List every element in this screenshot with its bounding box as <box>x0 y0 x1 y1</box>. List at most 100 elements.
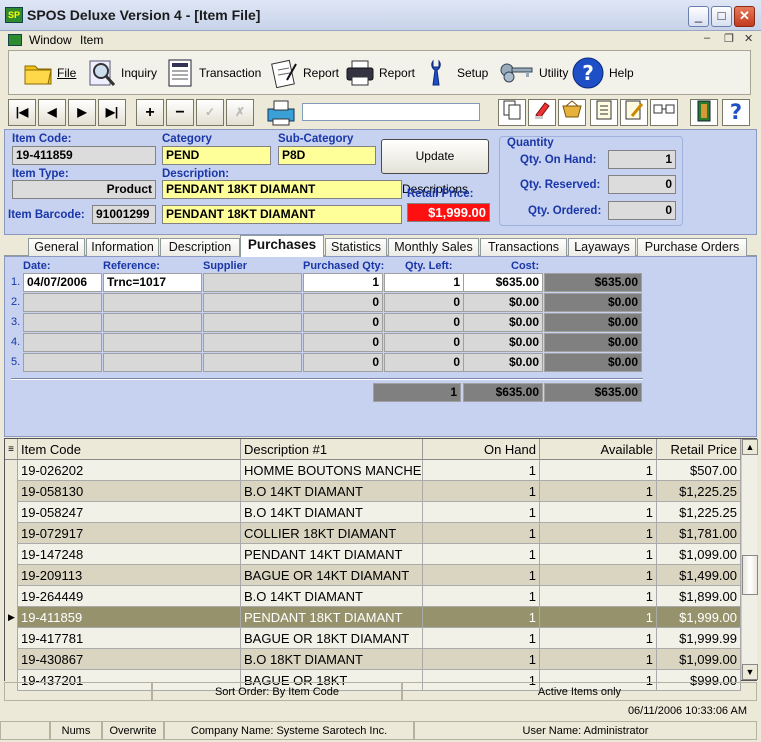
purchase-date-field[interactable] <box>23 313 102 332</box>
tab-general[interactable]: General <box>28 238 85 256</box>
purchase-cost-field[interactable]: $635.00 <box>463 273 543 292</box>
retail-price-field[interactable]: $1,999.00 <box>407 203 490 222</box>
purchase-left-field[interactable]: 0 <box>384 353 464 372</box>
confirm-button[interactable]: ✓ <box>196 99 224 126</box>
row-selector[interactable] <box>5 460 18 481</box>
edit-notes-button[interactable] <box>620 99 648 126</box>
purchase-left-field[interactable]: 0 <box>384 313 464 332</box>
menu-item[interactable]: Item <box>80 33 103 47</box>
purchase-supplier-field[interactable] <box>203 333 302 352</box>
purchase-date-field[interactable] <box>23 293 102 312</box>
purchase-supplier-field[interactable] <box>203 313 302 332</box>
table-row[interactable]: 19-058130 B.O 14KT DIAMANT 1 1 $1,225.25 <box>5 481 741 502</box>
purchase-date-field[interactable]: 04/07/2006 <box>23 273 102 292</box>
tab-information[interactable]: Information <box>86 238 159 256</box>
purchase-supplier-field[interactable] <box>203 273 302 292</box>
description1-field[interactable]: PENDANT 18KT DIAMANT <box>162 180 402 199</box>
table-row[interactable]: 19-072917 COLLIER 18KT DIAMANT 1 1 $1,781.00 <box>5 523 741 544</box>
purchase-reference-field[interactable]: Trnc=1017 <box>103 273 202 292</box>
purchase-left-field[interactable]: 0 <box>384 293 464 312</box>
copy-button[interactable] <box>498 99 526 126</box>
grid-selector-header[interactable]: ≡ <box>5 439 18 460</box>
purchase-qty-field[interactable]: 0 <box>303 293 383 312</box>
exit-button[interactable] <box>690 99 718 126</box>
table-row[interactable]: 19-147248 PENDANT 14KT DIAMANT 1 1 $1,099.00 <box>5 544 741 565</box>
purchase-cost-field[interactable]: $0.00 <box>463 333 543 352</box>
tab-purchase-orders[interactable]: Purchase Orders <box>637 238 747 256</box>
menu-window[interactable]: Window <box>29 33 72 47</box>
purchase-left-field[interactable]: 1 <box>384 273 464 292</box>
row-selector[interactable]: ▶ <box>5 607 18 628</box>
tab-statistics[interactable]: Statistics <box>325 238 387 256</box>
tab-layaways[interactable]: Layaways <box>568 238 636 256</box>
item-code-column-header[interactable]: Item Code <box>18 439 241 460</box>
purchase-left-field[interactable]: 0 <box>384 333 464 352</box>
tab-transactions[interactable]: Transactions <box>480 238 567 256</box>
row-selector[interactable] <box>5 502 18 523</box>
setup-button[interactable]: Setup <box>423 56 488 90</box>
mdi-restore-button[interactable]: ❐ <box>724 32 734 45</box>
maximize-button[interactable]: □ <box>711 6 732 27</box>
inquiry-button[interactable]: Inquiry <box>87 56 157 90</box>
purchase-cost-field[interactable]: $0.00 <box>463 313 543 332</box>
purchase-reference-field[interactable] <box>103 313 202 332</box>
purchase-date-field[interactable] <box>23 333 102 352</box>
row-selector[interactable] <box>5 628 18 649</box>
vertical-scrollbar[interactable]: ▲ ▼ <box>741 439 758 680</box>
purchase-cost-field[interactable]: $0.00 <box>463 353 543 372</box>
row-selector[interactable] <box>5 544 18 565</box>
scroll-thumb[interactable] <box>742 555 758 595</box>
help-button[interactable]: ? Help <box>571 56 634 90</box>
row-selector[interactable] <box>5 523 18 544</box>
purchase-qty-field[interactable]: 0 <box>303 313 383 332</box>
report-button[interactable]: Report <box>269 56 339 90</box>
purchase-cost-field[interactable]: $0.00 <box>463 293 543 312</box>
search-input[interactable] <box>302 103 480 121</box>
close-button[interactable]: ✕ <box>734 6 755 27</box>
mdi-close-button[interactable]: ✕ <box>744 32 753 45</box>
file-button[interactable]: File <box>23 56 76 90</box>
table-row[interactable]: 19-209113 BAGUE OR 14KT DIAMANT 1 1 $1,499.0… <box>5 565 741 586</box>
search-printer-icon[interactable] <box>266 99 298 127</box>
transaction-button[interactable]: Transaction <box>165 56 261 90</box>
row-selector[interactable] <box>5 649 18 670</box>
view-button[interactable] <box>650 99 678 126</box>
table-row[interactable]: 19-026202 HOMME BOUTONS MANCHE 1 1 $507.00 <box>5 460 741 481</box>
edit-button[interactable] <box>528 99 556 126</box>
tab-purchases[interactable]: Purchases <box>240 235 324 257</box>
print-report-button[interactable]: Report <box>345 56 415 90</box>
notes-button[interactable] <box>590 99 618 126</box>
add-record-button[interactable]: + <box>136 99 164 126</box>
tab-monthly-sales[interactable]: Monthly Sales <box>388 238 479 256</box>
item-barcode-field[interactable]: 91001299 <box>92 205 156 224</box>
table-row[interactable]: 19-430867 B.O 18KT DIAMANT 1 1 $1,099.00 <box>5 649 741 670</box>
purchase-reference-field[interactable] <box>103 333 202 352</box>
item-type-field[interactable]: Product <box>12 180 156 199</box>
purchase-qty-field[interactable]: 0 <box>303 333 383 352</box>
mdi-minimize-button[interactable]: – <box>704 32 710 44</box>
scroll-down-icon[interactable]: ▼ <box>742 664 758 680</box>
first-record-button[interactable]: |◀ <box>8 99 36 126</box>
available-column-header[interactable]: Available <box>540 439 657 460</box>
retail-price-column-header[interactable]: Retail Price <box>657 439 741 460</box>
row-selector[interactable] <box>5 481 18 502</box>
row-selector[interactable] <box>5 586 18 607</box>
tab-description[interactable]: Description <box>160 238 240 256</box>
purchase-reference-field[interactable] <box>103 353 202 372</box>
last-record-button[interactable]: ▶| <box>98 99 126 126</box>
next-record-button[interactable]: ▶ <box>68 99 96 126</box>
purchase-qty-field[interactable]: 1 <box>303 273 383 292</box>
cancel-button[interactable]: ✗ <box>226 99 254 126</box>
purchase-qty-field[interactable]: 0 <box>303 353 383 372</box>
utility-button[interactable]: Utility <box>499 56 568 90</box>
on-hand-column-header[interactable]: On Hand <box>423 439 540 460</box>
purchase-supplier-field[interactable] <box>203 353 302 372</box>
table-row[interactable]: 19-264449 B.O 14KT DIAMANT 1 1 $1,899.00 <box>5 586 741 607</box>
purchase-supplier-field[interactable] <box>203 293 302 312</box>
table-row[interactable]: ▶ 19-411859 PENDANT 18KT DIAMANT 1 1 $1,999.0… <box>5 607 741 628</box>
category-field[interactable]: PEND <box>162 146 271 165</box>
prev-record-button[interactable]: ◀ <box>38 99 66 126</box>
qty-ordered-field[interactable]: 0 <box>608 201 676 220</box>
item-code-field[interactable]: 19-411859 <box>12 146 156 165</box>
delete-record-button[interactable]: − <box>166 99 194 126</box>
